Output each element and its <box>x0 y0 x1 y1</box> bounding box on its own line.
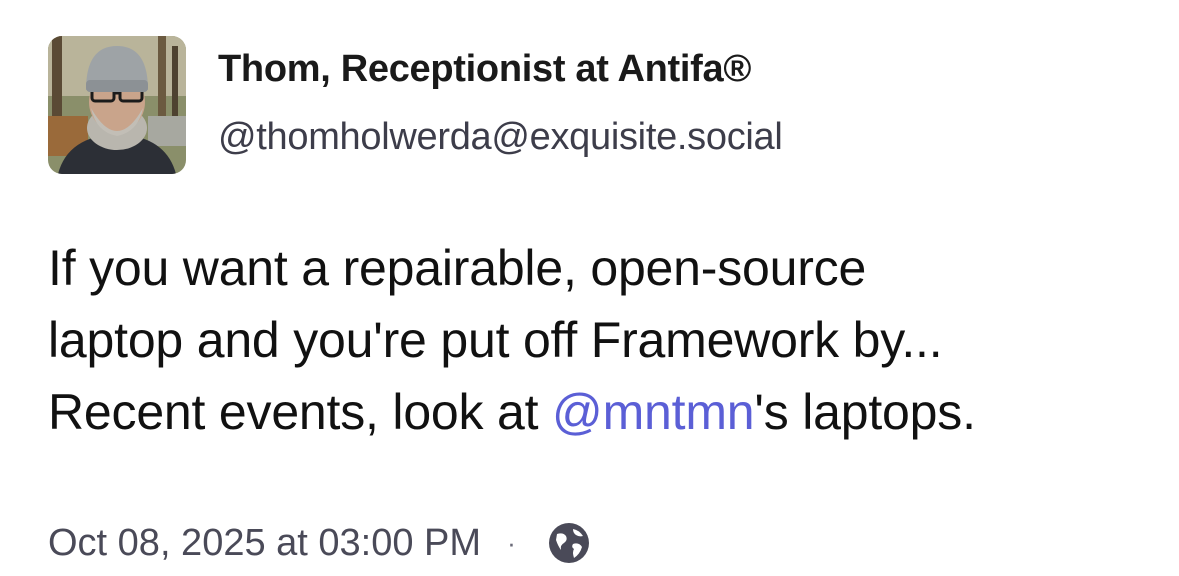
meta-separator: · <box>507 527 516 558</box>
post-line-3-start: Recent events, look at <box>48 384 553 440</box>
post-meta: Oct 08, 2025 at 03:00 PM · <box>48 518 592 568</box>
author-display-name[interactable]: Thom, Receptionist at Antifa® <box>218 48 751 91</box>
mention-link[interactable]: @mntmn <box>552 384 755 440</box>
post-card: Thom, Receptionist at Antifa® @thomholwe… <box>0 0 1179 573</box>
post-line-3: Recent events, look at @mntmn's laptops. <box>48 376 1148 448</box>
post-line-1: If you want a repairable, open-source <box>48 240 867 296</box>
post-line-3-end: 's laptops. <box>754 384 976 440</box>
author-handle[interactable]: @thomholwerda@exquisite.social <box>218 116 783 159</box>
avatar-photo-icon <box>48 36 186 174</box>
globe-icon[interactable] <box>546 520 592 566</box>
post-content: If you want a repairable, open-source la… <box>48 232 1148 448</box>
author-avatar[interactable] <box>48 36 186 174</box>
post-line-2: laptop and you're put off Framework by..… <box>48 312 943 368</box>
post-timestamp[interactable]: Oct 08, 2025 at 03:00 PM <box>48 522 481 565</box>
